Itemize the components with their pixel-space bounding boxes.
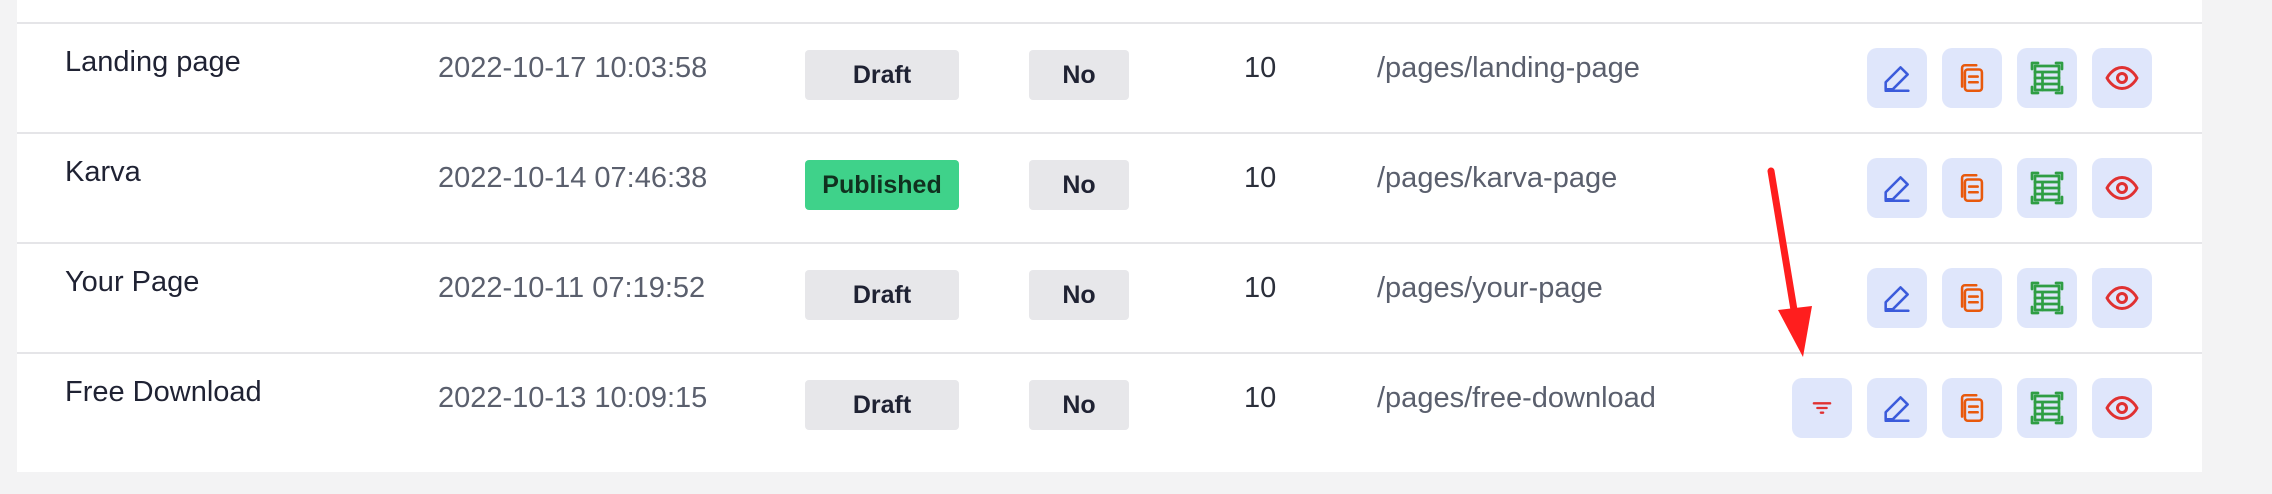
view-button[interactable] <box>2092 48 2152 108</box>
page-path: /pages/karva-page <box>1377 162 1618 194</box>
view-icon <box>2104 170 2140 206</box>
edit-button[interactable] <box>1867 158 1927 218</box>
flag-badge: No <box>1029 380 1129 430</box>
view-icon <box>2104 390 2140 426</box>
edit-button[interactable] <box>1867 268 1927 328</box>
view-button[interactable] <box>2092 158 2152 218</box>
layout-icon <box>2029 280 2065 316</box>
filter-icon <box>1808 394 1836 422</box>
table-row: Your Page 2022-10-11 07:19:52 Draft No 1… <box>17 244 2202 354</box>
edit-button[interactable] <box>1867 378 1927 438</box>
copy-button[interactable] <box>1942 48 2002 108</box>
layout-button[interactable] <box>2017 378 2077 438</box>
copy-icon <box>1955 391 1989 425</box>
layout-icon <box>2029 60 2065 96</box>
copy-icon <box>1955 171 1989 205</box>
layout-button[interactable] <box>2017 268 2077 328</box>
page-path: /pages/your-page <box>1377 272 1603 304</box>
copy-button[interactable] <box>1942 268 2002 328</box>
table-row: Landing page 2022-10-17 10:03:58 Draft N… <box>17 24 2202 134</box>
count-value: 10 <box>1244 272 1277 304</box>
layout-button[interactable] <box>2017 48 2077 108</box>
page-date: 2022-10-13 10:09:15 <box>438 382 708 414</box>
copy-button[interactable] <box>1942 378 2002 438</box>
status-badge: Published <box>805 160 959 210</box>
count-value: 10 <box>1244 52 1277 84</box>
page-path: /pages/landing-page <box>1377 52 1640 84</box>
edit-icon <box>1880 61 1914 95</box>
view-icon <box>2104 280 2140 316</box>
layout-icon <box>2029 170 2065 206</box>
pages-table: Landing page 2022-10-17 10:03:58 Draft N… <box>17 0 2202 472</box>
view-button[interactable] <box>2092 378 2152 438</box>
count-value: 10 <box>1244 162 1277 194</box>
page-path: /pages/free-download <box>1377 382 1656 414</box>
table-row: Free Download 2022-10-13 10:09:15 Draft … <box>17 354 2202 464</box>
status-badge: Draft <box>805 270 959 320</box>
edit-icon <box>1880 171 1914 205</box>
layout-icon <box>2029 390 2065 426</box>
edit-icon <box>1880 281 1914 315</box>
edit-icon <box>1880 391 1914 425</box>
filter-button[interactable] <box>1792 378 1852 438</box>
copy-button[interactable] <box>1942 158 2002 218</box>
flag-badge: No <box>1029 270 1129 320</box>
copy-icon <box>1955 281 1989 315</box>
table-row: Karva 2022-10-14 07:46:38 Published No 1… <box>17 134 2202 244</box>
flag-badge: No <box>1029 160 1129 210</box>
edit-button[interactable] <box>1867 48 1927 108</box>
copy-icon <box>1955 61 1989 95</box>
flag-badge: No <box>1029 50 1129 100</box>
layout-button[interactable] <box>2017 158 2077 218</box>
view-icon <box>2104 60 2140 96</box>
count-value: 10 <box>1244 382 1277 414</box>
status-badge: Draft <box>805 380 959 430</box>
view-button[interactable] <box>2092 268 2152 328</box>
status-badge: Draft <box>805 50 959 100</box>
